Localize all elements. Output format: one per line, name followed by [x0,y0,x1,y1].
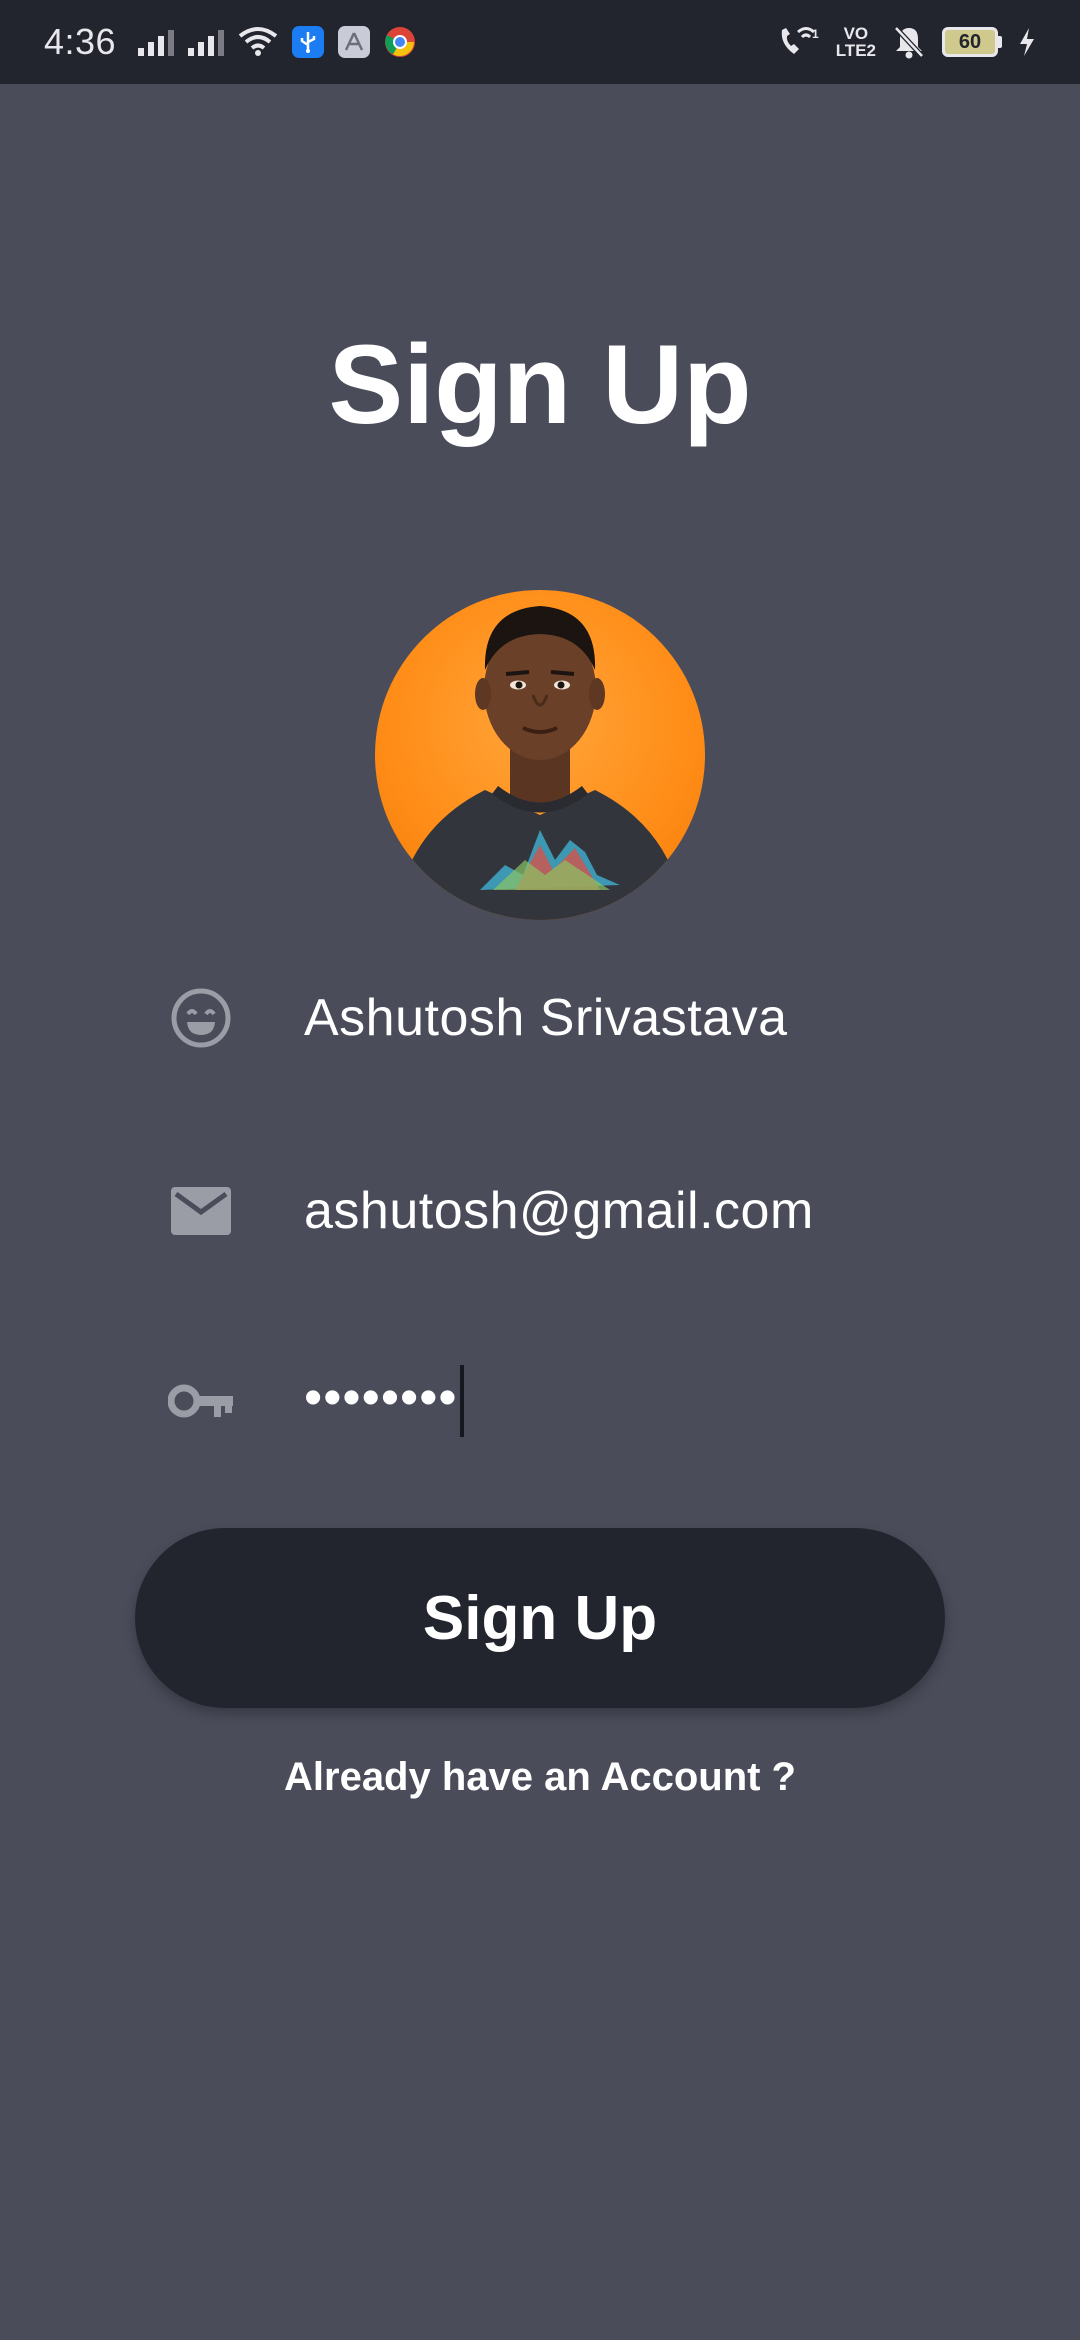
charging-icon [1020,28,1034,56]
signal-icon [138,28,175,56]
status-right-icons: 1 VO LTE2 60 [776,24,1036,60]
sign-up-button[interactable]: Sign Up [135,1528,945,1708]
password-input[interactable]: •••••••• [304,1365,464,1437]
already-have-account-link[interactable]: Already have an Account ? [0,1755,1080,1800]
password-field[interactable]: •••••••• [168,1346,928,1456]
avatar[interactable] [375,590,705,920]
email-field[interactable]: ashutosh@gmail.com [168,1156,928,1266]
battery-icon: 60 [942,27,1002,57]
wifi-icon [238,27,278,56]
wifi-calling-icon: 1 [781,27,819,54]
app-icon [338,26,371,58]
page-title: Sign Up [328,322,752,447]
status-time: 4:36 [44,21,117,62]
smiley-icon [168,985,234,1051]
text-cursor [459,1365,464,1437]
key-icon [168,1368,234,1434]
name-field[interactable]: Ashutosh Srivastava [168,963,928,1073]
password-dots: •••••••• [304,1368,458,1427]
volte-icon: VO LTE2 [835,24,876,60]
chrome-icon [385,27,416,57]
mute-icon [894,26,924,59]
profile-photo [395,606,685,920]
mail-icon [168,1178,234,1244]
signal-icon [188,28,225,56]
svg-text:1: 1 [812,27,819,41]
status-left-icons [138,26,416,58]
name-input[interactable]: Ashutosh Srivastava [304,988,788,1048]
usb-icon [292,26,325,58]
status-bar: 4:36 1 VO LTE2 60 [0,0,1080,84]
email-input[interactable]: ashutosh@gmail.com [304,1181,814,1241]
